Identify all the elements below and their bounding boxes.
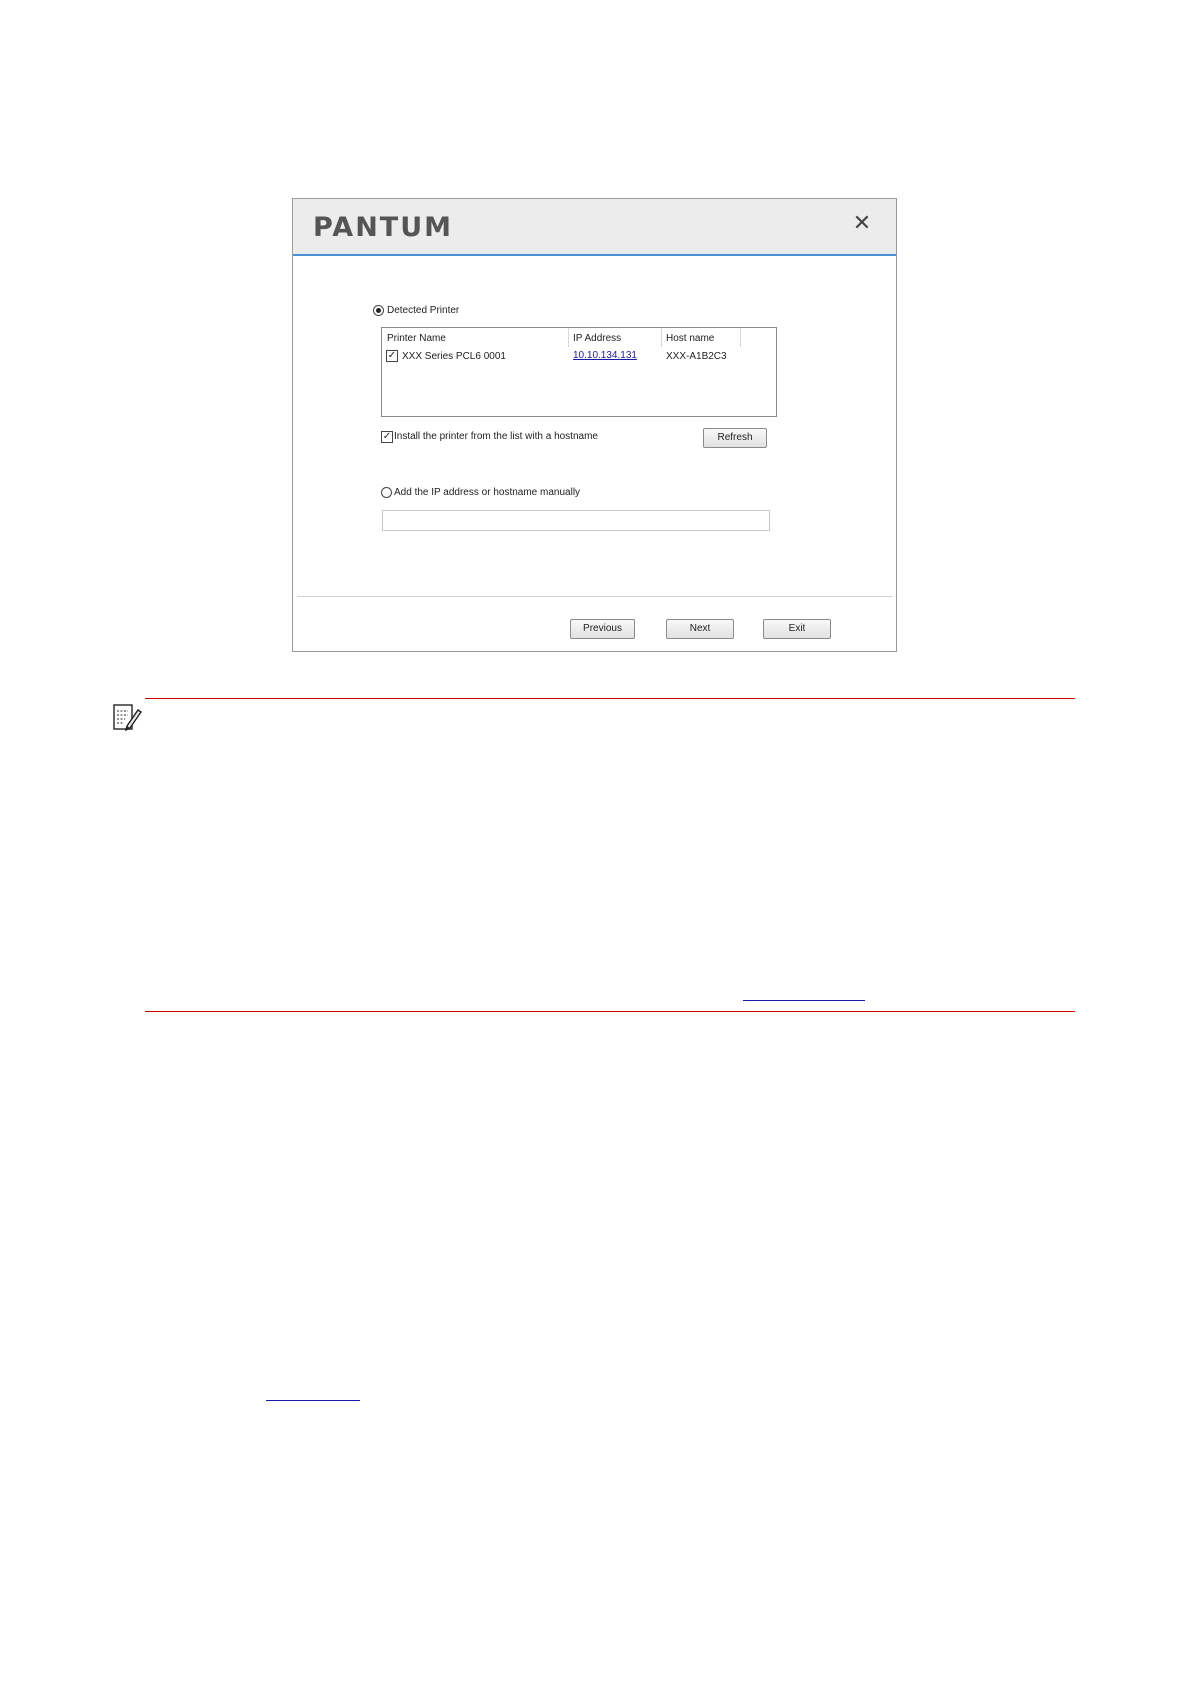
close-icon[interactable]: ✕ (852, 213, 872, 235)
pantum-logo: PANTUM (313, 212, 454, 243)
next-button[interactable]: Next (666, 619, 734, 639)
column-header-ip-address: IP Address (573, 333, 622, 344)
install-hostname-label: Install the printer from the list with a… (394, 431, 598, 442)
previous-button[interactable]: Previous (570, 619, 635, 639)
column-header-printer-name: Printer Name (387, 333, 446, 344)
install-hostname-checkbox[interactable]: ✓ (381, 431, 393, 443)
detected-printer-radio[interactable] (373, 305, 384, 316)
refresh-button[interactable]: Refresh (703, 428, 767, 448)
link-underline[interactable] (743, 1000, 865, 1001)
note-pencil-icon (113, 704, 142, 732)
note-top-rule (145, 698, 1075, 699)
column-separator (568, 328, 569, 347)
exit-button[interactable]: Exit (763, 619, 831, 639)
printer-list: Printer Name IP Address Host name ✓ XXX … (381, 327, 777, 417)
host-name-cell: XXX-A1B2C3 (666, 351, 727, 362)
column-header-host-name: Host name (666, 333, 715, 344)
installer-window: PANTUM ✕ Detected Printer Printer Name I… (292, 198, 897, 652)
column-separator (661, 328, 662, 347)
detected-printer-label: Detected Printer (387, 305, 460, 316)
printer-row-checkbox[interactable]: ✓ (386, 350, 398, 362)
column-separator (740, 328, 741, 347)
link-underline[interactable] (266, 1400, 360, 1401)
window-header: PANTUM ✕ (293, 199, 896, 256)
note-bottom-rule (145, 1011, 1075, 1012)
manual-entry-label: Add the IP address or hostname manually (394, 487, 581, 498)
ip-address-link[interactable]: 10.10.134.131 (573, 350, 637, 361)
manual-entry-radio[interactable] (381, 487, 392, 498)
printer-name-cell: XXX Series PCL6 0001 (402, 351, 506, 362)
footer-divider (297, 596, 892, 597)
ip-hostname-input[interactable] (382, 510, 770, 531)
